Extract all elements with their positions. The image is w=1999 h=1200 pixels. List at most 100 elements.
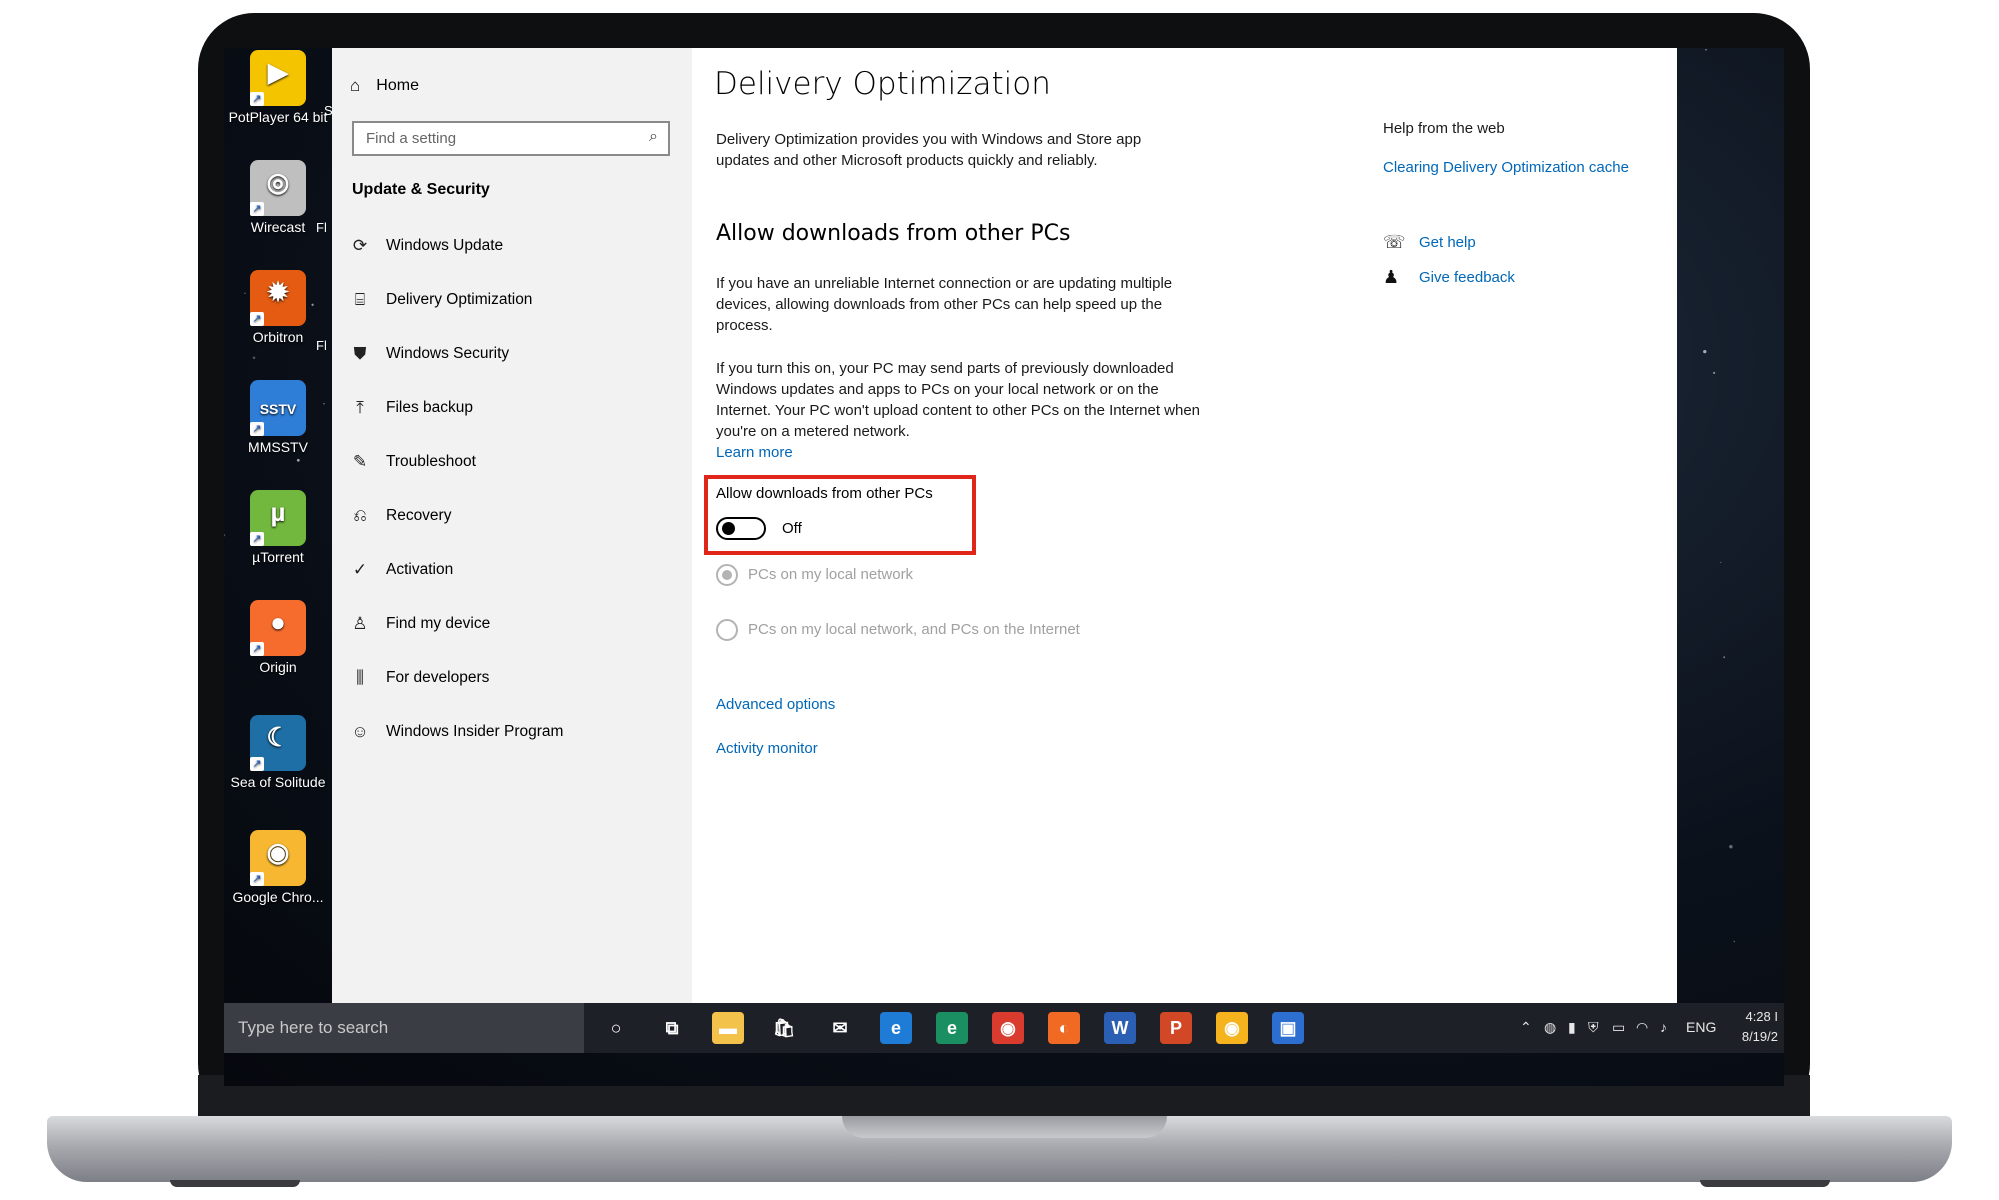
get-help-icon: ☏ (1383, 232, 1406, 252)
battery-icon[interactable]: ▭ (1612, 1019, 1625, 1036)
sidebar-item[interactable]: ⫼ For developers (350, 668, 489, 688)
desktop-icon[interactable]: ▶ ↗ PotPlayer 64 bit (228, 50, 328, 126)
delivery-icon: ⌸ (354, 290, 366, 309)
star (1720, 561, 1722, 563)
desktop-icon-label: Sea of Solitude (230, 774, 326, 790)
clock-date: 8/19/2 (1741, 1029, 1778, 1044)
star (1705, 48, 1707, 51)
section-heading: Allow downloads from other PCs (716, 221, 1071, 246)
laptop-notch (842, 1116, 1167, 1138)
radio-local-network[interactable] (716, 564, 738, 586)
desktop-icon[interactable]: ☾ ↗ Sea of Solitude (228, 715, 328, 791)
star (1713, 371, 1716, 374)
sidebar-item[interactable]: ✓ Activation (350, 560, 453, 580)
partial-icon-label: Fl (316, 338, 327, 353)
edge-icon[interactable]: e (880, 1012, 912, 1044)
sidebar-item[interactable]: ⤒ Files backup (350, 398, 473, 418)
task-view-icon[interactable]: ⧉ (656, 1012, 688, 1044)
star (1703, 349, 1707, 354)
sidebar-item[interactable]: ⟳ Windows Update (350, 236, 503, 256)
refresh-icon: ⟳ (352, 236, 368, 255)
home-icon: ⌂ (350, 76, 361, 95)
app-glyph: ✹ (267, 277, 289, 307)
app-icon: ● ↗ (250, 600, 306, 656)
sidebar-item-label: Activation (386, 561, 454, 578)
wrench-icon: ✎ (352, 452, 368, 471)
shortcut-arrow-icon: ↗ (250, 757, 264, 771)
network-icon[interactable]: ◍ (1544, 1019, 1556, 1036)
desktop-icon-label: Wirecast (250, 219, 306, 235)
laptop-foot-left (170, 1180, 300, 1187)
star (1729, 844, 1733, 849)
chevron-up-icon[interactable]: ⌃ (1520, 1019, 1532, 1036)
volume-icon[interactable]: ♪ (1660, 1019, 1667, 1035)
app-icon: ◎ ↗ (250, 160, 306, 216)
app-glyph: ● (270, 607, 286, 637)
remote-desktop-icon[interactable]: ▣ (1272, 1012, 1304, 1044)
radio-local-and-internet-label: PCs on my local network, and PCs on the … (748, 621, 1080, 638)
microphone-icon[interactable]: ▮ (1568, 1019, 1576, 1036)
clock[interactable]: 4:28 I 8/19/2 (1742, 1007, 1778, 1047)
radio-local-and-internet[interactable] (716, 619, 738, 641)
allow-downloads-toggle[interactable] (716, 517, 766, 540)
shortcut-arrow-icon: ↗ (250, 642, 264, 656)
sidebar-item[interactable]: ⛊ Windows Security (350, 344, 510, 364)
chrome-icon[interactable]: ◉ (992, 1012, 1024, 1044)
taskbar-search-input[interactable]: Type here to search (224, 1003, 584, 1053)
mail-icon[interactable]: ✉ (824, 1012, 856, 1044)
developer-icon: ⫼ (356, 668, 364, 687)
settings-window: ⌂ Home Find a setting ⌕ Update & Securit… (332, 48, 1677, 1003)
find-setting-input[interactable]: Find a setting ⌕ (352, 121, 670, 156)
sidebar-item[interactable]: ☺ Windows Insider Program (350, 722, 563, 742)
desktop-icon[interactable]: ✹ ↗ Orbitron (228, 270, 328, 346)
page-title: Delivery Optimization (714, 66, 1051, 102)
nav-home[interactable]: ⌂ Home (350, 76, 419, 96)
get-help-link[interactable]: Get help (1419, 234, 1476, 251)
desktop-icon[interactable]: µ ↗ µTorrent (228, 490, 328, 566)
wifi-icon[interactable]: ◠ (1636, 1019, 1648, 1036)
activity-monitor-link[interactable]: Activity monitor (716, 738, 818, 759)
description-text: If you turn this on, your PC may send pa… (716, 360, 1201, 440)
sidebar-item-label: Windows Update (386, 237, 504, 254)
app-icon: ▶ ↗ (250, 50, 306, 106)
laptop-foot-right (1700, 1180, 1830, 1187)
desktop-icon[interactable]: ● ↗ Origin (228, 600, 328, 676)
powerpoint-icon[interactable]: P (1160, 1012, 1192, 1044)
app-glyph: ▶ (268, 57, 288, 87)
edge-beta-icon[interactable]: e (936, 1012, 968, 1044)
sidebar-item[interactable]: ✎ Troubleshoot (350, 452, 476, 472)
file-explorer-icon[interactable]: ▬ (712, 1012, 744, 1044)
learn-more-link[interactable]: Learn more (716, 442, 793, 463)
language-indicator[interactable]: ENG (1686, 1019, 1716, 1035)
desktop-icon[interactable]: ◉ ↗ Google Chro... (228, 830, 328, 906)
search-icon: ⌕ (649, 128, 658, 145)
help-from-web-heading: Help from the web (1383, 120, 1505, 137)
sidebar-item-label: Files backup (386, 399, 474, 416)
sidebar-item-label: Find my device (386, 615, 491, 632)
chrome-canary-icon[interactable]: ◉ (1216, 1012, 1248, 1044)
word-icon[interactable]: W (1104, 1012, 1136, 1044)
desktop-icon-label: MMSSTV (248, 439, 308, 455)
desktop-icon[interactable]: SSTV ↗ MMSSTV (228, 380, 328, 456)
advanced-options-link[interactable]: Advanced options (716, 694, 835, 715)
star (1733, 940, 1736, 943)
sidebar-item-label: Troubleshoot (386, 453, 476, 470)
sidebar-item[interactable]: ⎌ Recovery (350, 506, 451, 526)
star (252, 356, 256, 360)
app-glyph: ☾ (266, 722, 290, 752)
security-icon[interactable]: ⛨ (1588, 1019, 1599, 1036)
store-icon[interactable]: 🛍 (768, 1012, 800, 1044)
clearing-cache-link[interactable]: Clearing Delivery Optimization cache (1383, 159, 1629, 176)
firefox-icon[interactable]: ◐ (1048, 1012, 1080, 1044)
check-circle-icon: ✓ (352, 560, 368, 579)
sidebar-item[interactable]: ♙ Find my device (350, 614, 490, 634)
sidebar-item[interactable]: ⌸ Delivery Optimization (350, 290, 533, 310)
clock-time: 4:28 I (1745, 1009, 1778, 1024)
star (296, 458, 300, 462)
partial-icon-label: Fl (316, 220, 327, 235)
cortana-icon[interactable]: ○ (600, 1012, 632, 1044)
app-icon: SSTV ↗ (250, 380, 306, 436)
desktop-icon[interactable]: ◎ ↗ Wirecast (228, 160, 328, 236)
give-feedback-link[interactable]: Give feedback (1419, 269, 1515, 286)
sidebar-item-label: Windows Insider Program (386, 723, 564, 740)
